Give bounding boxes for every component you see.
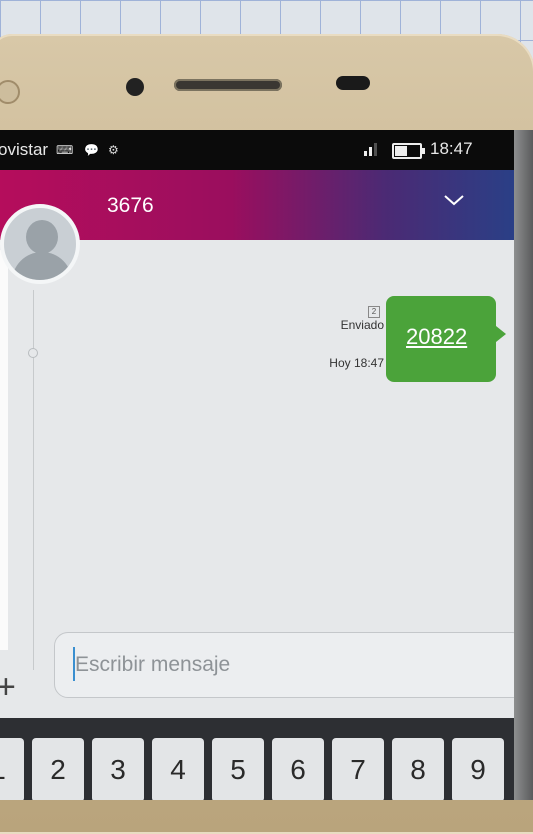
phone-edge — [514, 130, 533, 800]
earpiece-speaker — [174, 79, 282, 91]
status-bar: ovistar ⌨ 💬 ⚙ 18:47 — [0, 130, 514, 170]
message-timestamp: Hoy 18:47 — [329, 356, 384, 370]
proximity-sensor — [336, 76, 370, 90]
sync-icon: ⚙ — [108, 143, 119, 157]
status-time: 18:47 — [430, 139, 473, 158]
on-screen-keyboard: 1 2 3 4 5 6 7 8 9 — [0, 718, 514, 800]
timeline-dot — [28, 348, 38, 358]
key-3[interactable]: 3 — [92, 738, 144, 800]
message-input[interactable] — [73, 649, 497, 681]
sim-slot-icon: 2 — [368, 306, 380, 318]
timeline-line — [33, 290, 34, 670]
front-camera — [126, 78, 144, 96]
message-composer[interactable] — [54, 632, 514, 698]
battery-icon — [392, 143, 425, 159]
key-9[interactable]: 9 — [452, 738, 504, 800]
key-6[interactable]: 6 — [272, 738, 324, 800]
key-1[interactable]: 1 — [0, 738, 24, 800]
key-5[interactable]: 5 — [212, 738, 264, 800]
message-status: Enviado — [340, 318, 384, 332]
phone-screen: ovistar ⌨ 💬 ⚙ 18:47 3676 Enviado 2 Hoy 1… — [0, 130, 514, 800]
chevron-down-icon[interactable] — [442, 188, 466, 212]
attach-plus-button[interactable]: + — [0, 670, 16, 704]
key-8[interactable]: 8 — [392, 738, 444, 800]
message-notification-icon: 💬 — [84, 143, 99, 157]
signal-icon — [364, 142, 377, 156]
left-edge-glare — [0, 250, 8, 650]
contact-avatar[interactable] — [0, 204, 80, 284]
sent-message-bubble[interactable]: 20822 — [386, 296, 506, 382]
contact-name[interactable]: 3676 — [107, 194, 154, 218]
key-2[interactable]: 2 — [32, 738, 84, 800]
message-text[interactable]: 20822 — [406, 324, 467, 350]
keyboard-indicator-icon: ⌨ — [56, 143, 74, 157]
carrier-label: ovistar — [0, 140, 49, 159]
key-7[interactable]: 7 — [332, 738, 384, 800]
key-4[interactable]: 4 — [152, 738, 204, 800]
